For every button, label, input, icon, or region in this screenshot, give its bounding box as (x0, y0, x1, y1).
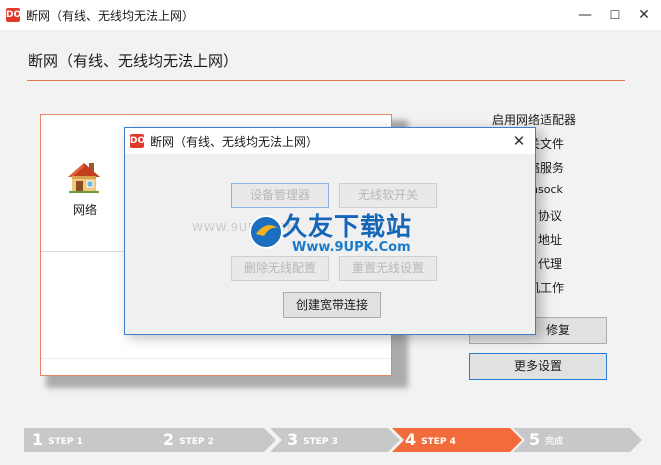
step-1-label: 1 STEP 1 (32, 430, 83, 449)
watermark-logo-icon (248, 214, 284, 250)
page-title: 断网（有线、无线均无法上网） (28, 52, 239, 70)
close-button[interactable]: ✕ (630, 4, 658, 26)
maximize-button[interactable]: ☐ (601, 4, 629, 26)
step-2-label: 2 STEP 2 (163, 430, 214, 449)
house-icon (66, 160, 102, 194)
panel-divider (41, 358, 391, 359)
step-5: 5 完成 (513, 428, 643, 452)
dialog-logo-icon: DO (130, 134, 146, 148)
dialog-close-button[interactable]: ✕ (506, 130, 532, 152)
window-title: 断网（有线、无线均无法上网） (26, 9, 195, 23)
network-label: 网络 (73, 203, 98, 217)
watermark-title: 久友下载站 (282, 212, 413, 241)
more-settings-button[interactable]: 更多设置 (469, 353, 607, 380)
watermark-url: Www.9UPK.Com (292, 240, 411, 255)
device-manager-button[interactable]: 设备管理器 (231, 183, 329, 208)
step-3-label: 3 STEP 3 (287, 430, 338, 449)
minimize-button[interactable]: — (571, 4, 599, 26)
delete-wifi-config-button[interactable]: 删除无线配置 (231, 256, 329, 281)
list-item: 启用网络适配器 (492, 113, 577, 127)
app-logo-icon: DO (6, 8, 22, 22)
reset-wifi-button[interactable]: 重置无线设置 (339, 256, 437, 281)
dialog-title: 断网（有线、无线均无法上网） (150, 135, 319, 149)
create-broadband-button[interactable]: 创建宽带连接 (283, 292, 381, 318)
step-4-label: 4 STEP 4 (405, 430, 456, 449)
wifi-switch-button[interactable]: 无线软开关 (339, 183, 437, 208)
title-divider (27, 80, 625, 81)
step-5-label: 5 完成 (529, 430, 564, 449)
